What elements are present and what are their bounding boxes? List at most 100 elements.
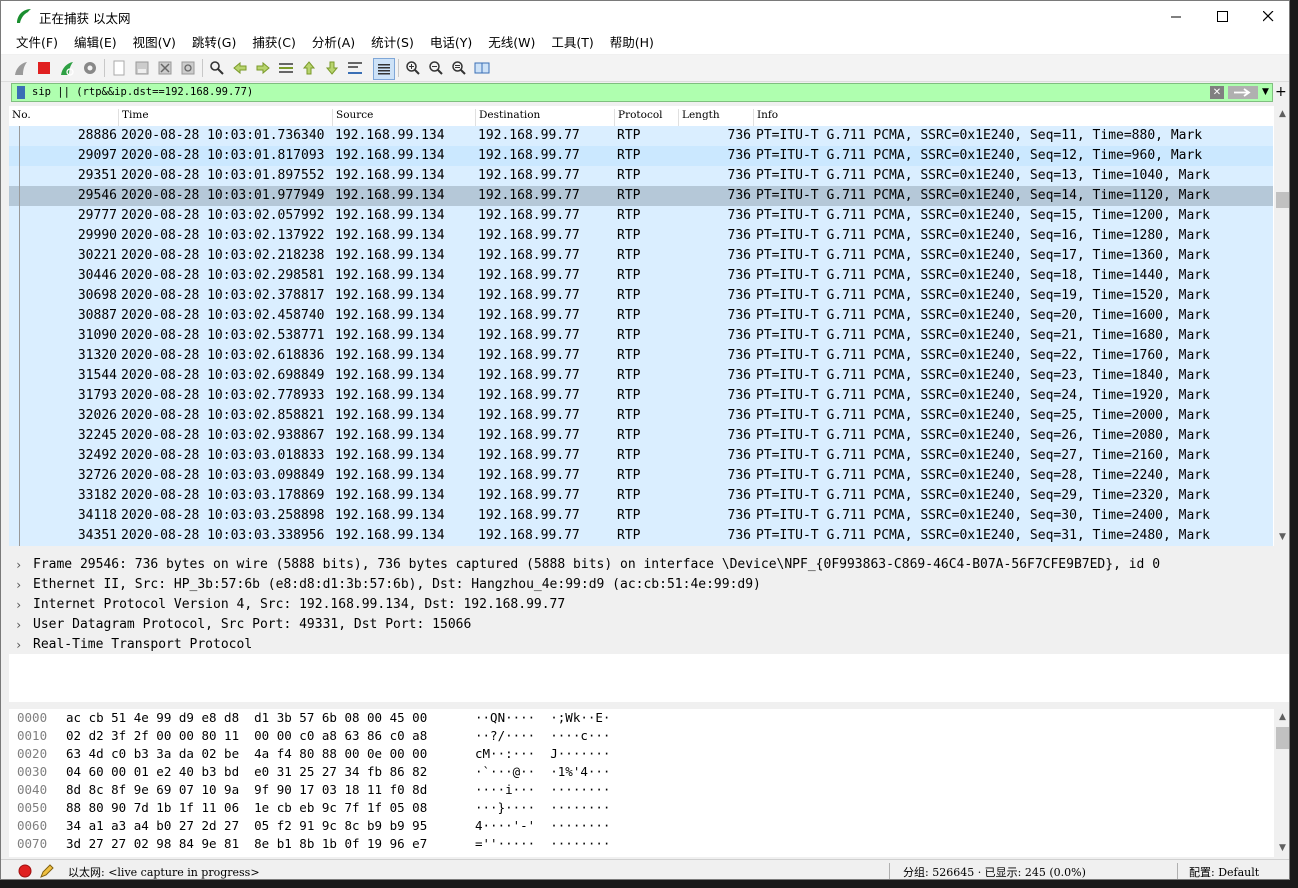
table-row[interactable]: 31090 2020-08-28 10:03:02.538771 192.168.9… — [9, 326, 1273, 346]
start-capture-button[interactable] — [11, 58, 31, 78]
table-row[interactable]: 32245 2020-08-28 10:03:02.938867 192.168.9… — [9, 426, 1273, 446]
colorize-button[interactable] — [373, 58, 395, 80]
menu-wireless[interactable]: 无线(W) — [480, 32, 543, 54]
table-row[interactable]: 33182 2020-08-28 10:03:03.178869 192.168.9… — [9, 486, 1273, 506]
open-file-button[interactable] — [109, 58, 129, 78]
scroll-down-icon[interactable]: ▼ — [1274, 840, 1289, 857]
detail-tree-item[interactable]: › Internet Protocol Version 4, Src: 192.1… — [9, 595, 1289, 615]
scrollbar-thumb[interactable] — [1276, 192, 1289, 208]
table-row[interactable]: 32726 2020-08-28 10:03:03.098849 192.168.9… — [9, 466, 1273, 486]
table-row[interactable]: 32026 2020-08-28 10:03:02.858821 192.168.9… — [9, 406, 1273, 426]
chevron-right-icon[interactable]: › — [15, 615, 22, 635]
scroll-up-icon[interactable]: ▲ — [1274, 709, 1289, 726]
hex-dump-row[interactable]: 0030 04 60 00 01 e2 40 b3 bd e0 31 25 27 … — [9, 763, 1273, 781]
capture-status-icon[interactable] — [17, 863, 33, 879]
table-row[interactable]: 29777 2020-08-28 10:03:02.057992 192.168.9… — [9, 206, 1273, 226]
clear-filter-button[interactable]: ✕ — [1210, 86, 1224, 99]
column-header-source[interactable]: Source — [333, 109, 476, 126]
hex-dump-row[interactable]: 0050 88 80 90 7d 1b 1f 11 06 1e cb eb 9c … — [9, 799, 1273, 817]
find-packet-button[interactable] — [207, 58, 227, 78]
hex-dump-row[interactable]: 0020 63 4d c0 b3 3a da 02 be 4a f4 80 88 … — [9, 745, 1273, 763]
table-row[interactable]: 32492 2020-08-28 10:03:03.018833 192.168.9… — [9, 446, 1273, 466]
menu-help[interactable]: 帮助(H) — [602, 32, 662, 54]
table-row[interactable]: 31320 2020-08-28 10:03:02.618836 192.168.9… — [9, 346, 1273, 366]
maximize-button[interactable] — [1199, 1, 1245, 32]
hex-dump-row[interactable]: 0070 3d 27 27 02 98 84 9e 81 8e b1 8b 1b … — [9, 835, 1273, 853]
table-row[interactable]: 28886 2020-08-28 10:03:01.736340 192.168.9… — [9, 126, 1273, 146]
zoom-in-button[interactable] — [403, 58, 423, 78]
chevron-right-icon[interactable]: › — [15, 555, 22, 575]
normal-size-button[interactable] — [449, 58, 469, 78]
autoscroll-button[interactable] — [345, 58, 365, 78]
bytes-scrollbar[interactable]: ▲ ▼ — [1274, 709, 1289, 857]
detail-tree-item[interactable]: › Frame 29546: 736 bytes on wire (5888 bi… — [9, 555, 1289, 575]
menu-tools[interactable]: 工具(T) — [543, 32, 601, 54]
menu-analyze[interactable]: 分析(A) — [304, 32, 363, 54]
column-header-length[interactable]: Length — [679, 109, 754, 126]
table-row[interactable]: 29097 2020-08-28 10:03:01.817093 192.168.9… — [9, 146, 1273, 166]
resize-columns-button[interactable] — [472, 58, 492, 78]
menu-edit[interactable]: 编辑(E) — [66, 32, 125, 54]
apply-filter-button[interactable] — [1228, 86, 1258, 99]
go-last-packet-button[interactable] — [322, 58, 342, 78]
hex-dump-row[interactable]: 0060 34 a1 a3 a4 b0 27 2d 27 05 f2 91 9c … — [9, 817, 1273, 835]
column-header-destination[interactable]: Destination — [476, 109, 615, 126]
column-header-time[interactable]: Time — [119, 109, 333, 126]
table-row[interactable]: 29990 2020-08-28 10:03:02.137922 192.168.9… — [9, 226, 1273, 246]
bookmark-icon[interactable] — [17, 86, 25, 99]
detail-tree-item[interactable]: › User Datagram Protocol, Src Port: 49331… — [9, 615, 1289, 635]
column-header-info[interactable]: Info — [754, 109, 1273, 126]
zoom-out-button[interactable] — [426, 58, 446, 78]
add-filter-button[interactable]: + — [1275, 83, 1287, 101]
capture-options-button[interactable] — [80, 58, 100, 78]
go-forward-button[interactable] — [253, 58, 273, 78]
go-back-button[interactable] — [230, 58, 250, 78]
column-header-protocol[interactable]: Protocol — [615, 109, 679, 126]
go-first-packet-button[interactable] — [299, 58, 319, 78]
packet-info: PT=ITU-T G.711 PCMA, SSRC=0x1E240, Seq=2… — [756, 488, 1210, 503]
chevron-right-icon[interactable]: › — [15, 635, 22, 655]
chevron-right-icon[interactable]: › — [15, 595, 22, 615]
table-row[interactable]: 29546 2020-08-28 10:03:01.977949 192.168.9… — [9, 186, 1273, 206]
table-row[interactable]: 30446 2020-08-28 10:03:02.298581 192.168.9… — [9, 266, 1273, 286]
hex-dump-row[interactable]: 0010 02 d2 3f 2f 00 00 80 11 00 00 c0 a8 … — [9, 727, 1273, 745]
menu-telephony[interactable]: 电话(Y) — [422, 32, 480, 54]
scroll-down-icon[interactable]: ▼ — [1274, 529, 1289, 546]
table-row[interactable]: 30221 2020-08-28 10:03:02.218238 192.168.9… — [9, 246, 1273, 266]
menu-go[interactable]: 跳转(G) — [184, 32, 244, 54]
scroll-up-icon[interactable]: ▲ — [1274, 106, 1289, 123]
scrollbar-thumb[interactable] — [1276, 727, 1289, 749]
save-file-button[interactable] — [132, 58, 152, 78]
menu-view[interactable]: 视图(V) — [125, 32, 184, 54]
packet-source: 192.168.99.134 — [335, 368, 445, 383]
stop-icon — [38, 62, 50, 74]
profile-status[interactable]: 配置: Default — [1189, 864, 1259, 879]
table-row[interactable]: 30887 2020-08-28 10:03:02.458740 192.168.9… — [9, 306, 1273, 326]
stop-capture-button[interactable] — [34, 58, 54, 78]
packet-list-scrollbar[interactable]: ▲ ▼ — [1274, 106, 1289, 546]
menu-statistics[interactable]: 统计(S) — [363, 32, 422, 54]
column-header-no[interactable]: No. — [9, 109, 119, 126]
edit-comment-icon[interactable] — [39, 863, 55, 879]
table-row[interactable]: 31793 2020-08-28 10:03:02.778933 192.168.9… — [9, 386, 1273, 406]
table-row[interactable]: 34351 2020-08-28 10:03:03.338956 192.168.9… — [9, 526, 1273, 546]
menu-capture[interactable]: 捕获(C) — [244, 32, 303, 54]
restart-capture-button[interactable] — [57, 58, 77, 78]
close-file-button[interactable] — [155, 58, 175, 78]
table-row[interactable]: 34118 2020-08-28 10:03:03.258898 192.168.9… — [9, 506, 1273, 526]
table-row[interactable]: 30698 2020-08-28 10:03:02.378817 192.168.9… — [9, 286, 1273, 306]
detail-tree-item[interactable]: › Ethernet II, Src: HP_3b:57:6b (e8:d8:d1… — [9, 575, 1289, 595]
table-row[interactable]: 29351 2020-08-28 10:03:01.897552 192.168.9… — [9, 166, 1273, 186]
hex-dump-row[interactable]: 0000 ac cb 51 4e 99 d9 e8 d8 d1 3b 57 6b … — [9, 709, 1273, 727]
minimize-button[interactable] — [1153, 1, 1199, 32]
detail-tree-item[interactable]: › Real-Time Transport Protocol — [9, 635, 1289, 655]
go-to-packet-button[interactable] — [276, 58, 296, 78]
menu-file[interactable]: 文件(F) — [8, 32, 66, 54]
display-filter-input[interactable]: sip || (rtp&&ip.dst==192.168.99.77) ✕ ▼ — [11, 83, 1273, 102]
close-button[interactable] — [1245, 1, 1289, 32]
table-row[interactable]: 31544 2020-08-28 10:03:02.698849 192.168.9… — [9, 366, 1273, 386]
reload-file-button[interactable] — [178, 58, 198, 78]
hex-dump-row[interactable]: 0040 8d 8c 8f 9e 69 07 10 9a 9f 90 17 03 … — [9, 781, 1273, 799]
chevron-right-icon[interactable]: › — [15, 575, 22, 595]
chevron-down-icon[interactable]: ▼ — [1262, 87, 1269, 97]
